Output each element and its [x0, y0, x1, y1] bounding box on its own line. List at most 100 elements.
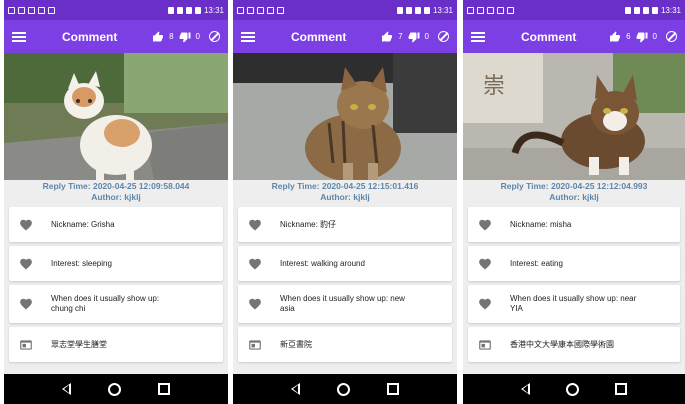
interest-card[interactable]: Interest: eating [468, 246, 680, 281]
home-icon[interactable] [566, 382, 579, 396]
location-card[interactable]: 眾志堂學生膳堂 [9, 327, 223, 362]
show-up-line2: asia [280, 304, 295, 313]
interest-text: Interest: eating [510, 258, 563, 268]
like-count: 7 [398, 32, 403, 41]
notification-icons [237, 6, 284, 14]
menu-icon[interactable] [12, 31, 26, 42]
nav-bar [233, 374, 457, 404]
location-card[interactable]: 新亞書院 [238, 327, 452, 362]
reply-info: Reply Time: 2020-04-25 12:12:04.993 Auth… [463, 180, 685, 203]
show-up-card[interactable]: When does it usually show up: chung chi [9, 285, 223, 323]
reply-info: Reply Time: 2020-04-25 12:09:58.044 Auth… [4, 180, 228, 203]
app-bar: Comment 6 0 [463, 20, 685, 53]
phone-screen-3: 13:31 Comment 6 0 崇 Reply Time: 2020-04-… [463, 0, 685, 404]
appbar-actions: 6 0 [609, 31, 677, 43]
block-icon[interactable] [666, 31, 677, 42]
home-icon[interactable] [336, 382, 350, 396]
phone-screen-1: 13:31 Comment 8 0 Reply Time: 2020-04-25… [4, 0, 228, 404]
location-card-icon [20, 339, 32, 350]
show-up-line1: When does it usually show up: near [510, 294, 637, 303]
show-up-text: When does it usually show up: new asia [280, 294, 405, 314]
screens-container: 13:31 Comment 8 0 Reply Time: 2020-04-25… [0, 0, 685, 404]
like-count: 8 [169, 32, 174, 41]
thumb-down-icon[interactable] [408, 31, 420, 43]
thumb-up-icon[interactable] [609, 31, 621, 43]
system-icons: 13:31 [167, 5, 224, 15]
location-text: 眾志堂學生膳堂 [51, 339, 107, 349]
appbar-actions: 8 0 [152, 31, 220, 43]
cat-photo [4, 53, 228, 180]
status-time: 13:31 [203, 5, 224, 15]
status-time: 13:31 [660, 5, 681, 15]
show-up-card[interactable]: When does it usually show up: near YIA [468, 285, 680, 323]
dislike-count: 0 [424, 32, 429, 41]
heart-icon [20, 298, 32, 310]
nickname-card[interactable]: Nickname: 豹仔 [238, 207, 452, 242]
system-icons: 13:31 [624, 5, 681, 15]
block-icon[interactable] [438, 31, 449, 42]
status-time: 13:31 [432, 5, 453, 15]
location-text: 香港中文大學康本國際學術園 [510, 339, 614, 349]
thumb-down-icon[interactable] [636, 31, 648, 43]
notification-icons [467, 6, 514, 14]
show-up-line2: chung chi [51, 304, 86, 313]
interest-card[interactable]: Interest: sleeping [9, 246, 223, 281]
reply-time: Reply Time: 2020-04-25 12:15:01.416 [271, 181, 419, 191]
thumb-up-icon[interactable] [381, 31, 393, 43]
author: Author: kjklj [91, 192, 141, 202]
svg-text:崇: 崇 [483, 74, 505, 99]
nickname-text: Nickname: 豹仔 [280, 219, 337, 229]
app-bar: Comment 8 0 [4, 20, 228, 53]
thumb-up-icon[interactable] [152, 31, 164, 43]
nickname-card[interactable]: Nickname: misha [468, 207, 680, 242]
nav-bar [4, 374, 228, 404]
recents-icon[interactable] [157, 383, 170, 395]
location-card-icon [249, 339, 261, 350]
heart-icon [479, 258, 491, 269]
back-icon[interactable] [291, 383, 301, 395]
reply-time: Reply Time: 2020-04-25 12:12:04.993 [500, 181, 648, 191]
show-up-text: When does it usually show up: chung chi [51, 294, 159, 314]
home-icon[interactable] [107, 382, 121, 396]
recents-icon[interactable] [386, 383, 399, 395]
menu-icon[interactable] [241, 31, 255, 42]
status-bar: 13:31 [463, 0, 685, 20]
menu-icon[interactable] [471, 31, 485, 42]
heart-icon [479, 298, 491, 310]
heart-icon [249, 258, 261, 269]
status-bar: 13:31 [4, 0, 228, 20]
heart-icon [20, 258, 32, 269]
appbar-actions: 7 0 [381, 31, 449, 43]
interest-text: Interest: walking around [280, 258, 365, 268]
back-icon[interactable] [62, 383, 72, 395]
location-text: 新亞書院 [280, 339, 312, 349]
block-icon[interactable] [209, 31, 220, 42]
thumb-down-icon[interactable] [179, 31, 191, 43]
show-up-text: When does it usually show up: near YIA [510, 294, 636, 314]
reply-info: Reply Time: 2020-04-25 12:15:01.416 Auth… [233, 180, 457, 203]
like-count: 6 [626, 32, 631, 41]
status-bar: 13:31 [233, 0, 457, 20]
heart-icon [20, 219, 32, 230]
location-card-icon [479, 339, 491, 350]
back-icon[interactable] [521, 383, 530, 395]
app-title: Comment [291, 29, 347, 44]
show-up-line1: When does it usually show up: new [280, 294, 405, 303]
nickname-text: Nickname: misha [510, 219, 572, 229]
show-up-line1: When does it usually show up: [51, 294, 160, 303]
detail-list: Nickname: 豹仔 Interest: walking around Wh… [233, 203, 457, 362]
location-card[interactable]: 香港中文大學康本國際學術園 [468, 327, 680, 362]
notification-icons [8, 6, 55, 14]
nav-bar [463, 374, 685, 404]
cat-photo [233, 53, 457, 180]
heart-icon [479, 219, 491, 230]
author: Author: kjklj [549, 192, 599, 202]
interest-card[interactable]: Interest: walking around [238, 246, 452, 281]
show-up-card[interactable]: When does it usually show up: new asia [238, 285, 452, 323]
system-icons: 13:31 [396, 5, 453, 15]
nickname-text: Nickname: Grisha [51, 219, 115, 229]
detail-list: Nickname: Grisha Interest: sleeping When… [4, 203, 228, 362]
detail-list: Nickname: misha Interest: eating When do… [463, 203, 685, 362]
nickname-card[interactable]: Nickname: Grisha [9, 207, 223, 242]
recents-icon[interactable] [615, 383, 627, 395]
